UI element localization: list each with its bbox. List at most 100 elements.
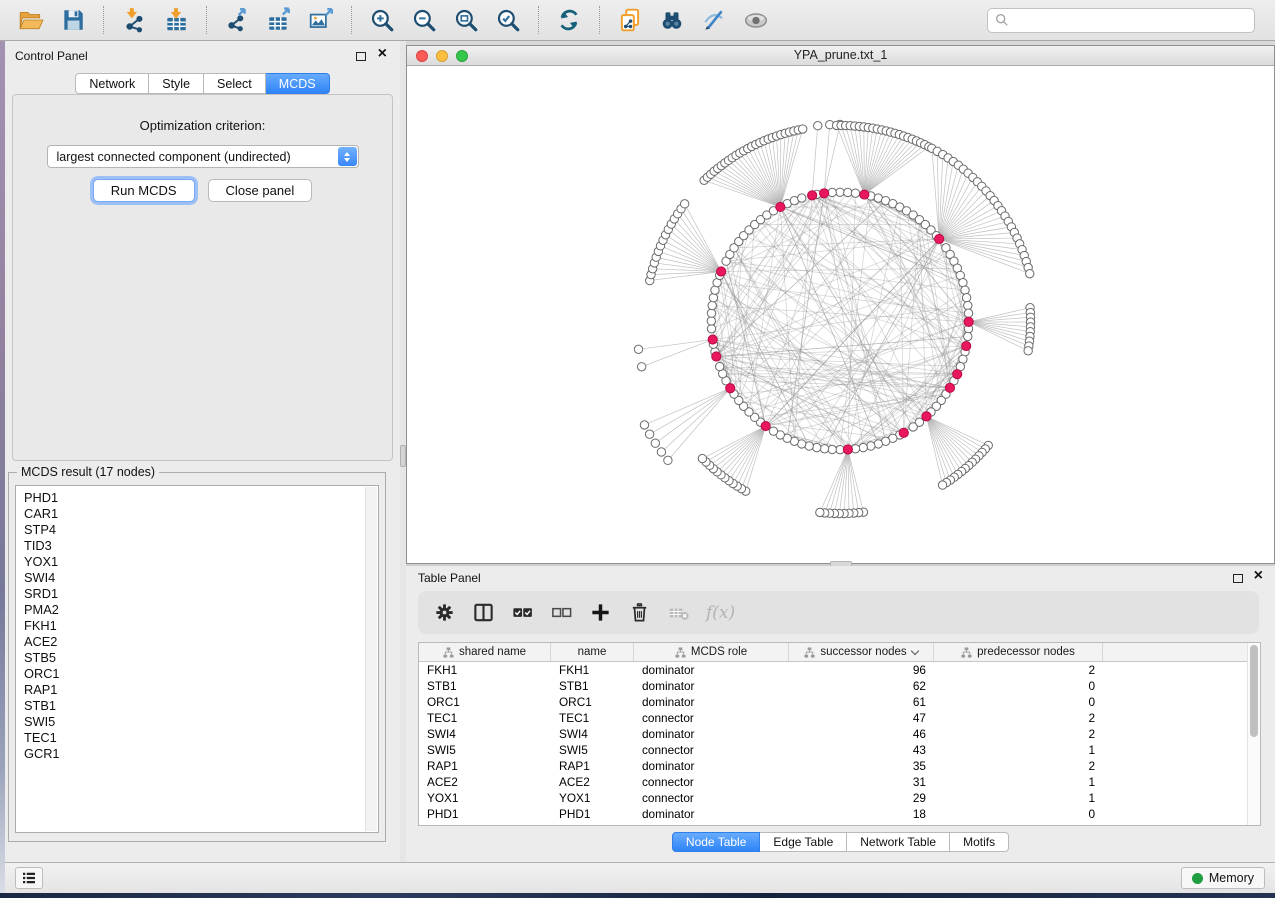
- table-row[interactable]: TEC1TEC1connector472: [419, 710, 1260, 726]
- cell-successor-nodes: 29: [789, 790, 934, 806]
- task-history-button[interactable]: [15, 867, 43, 889]
- table-row[interactable]: ORC1ORC1dominator610: [419, 694, 1260, 710]
- tab-mcds[interactable]: MCDS: [266, 73, 330, 94]
- table-row[interactable]: SWI4SWI4dominator462: [419, 726, 1260, 742]
- mcds-result-item[interactable]: YOX1: [24, 554, 378, 570]
- deselect-all-icon[interactable]: [550, 601, 573, 624]
- column-header-successor-nodes[interactable]: successor nodes: [789, 643, 934, 661]
- mcds-result-item[interactable]: ACE2: [24, 634, 378, 650]
- table-row[interactable]: YOX1YOX1connector291: [419, 790, 1260, 806]
- zoom-in-icon[interactable]: [365, 5, 399, 35]
- network-canvas[interactable]: [407, 66, 1274, 563]
- cell-shared-name: RAP1: [419, 758, 551, 774]
- close-table-panel-icon[interactable]: ×: [1254, 567, 1263, 585]
- first-neighbors-icon[interactable]: [655, 5, 689, 35]
- mcds-result-item[interactable]: TID3: [24, 538, 378, 554]
- table-row[interactable]: STB1STB1dominator620: [419, 678, 1260, 694]
- float-table-panel-icon[interactable]: [1233, 574, 1243, 583]
- apply-layout-icon[interactable]: [552, 5, 586, 35]
- mcds-result-item[interactable]: STP4: [24, 522, 378, 538]
- column-header-name[interactable]: name: [551, 643, 634, 661]
- zoom-fit-icon[interactable]: [449, 5, 483, 35]
- tab-network[interactable]: Network: [75, 73, 149, 94]
- mcds-result-item[interactable]: RAP1: [24, 682, 378, 698]
- column-label: MCDS role: [691, 646, 747, 658]
- cell-shared-name: SWI5: [419, 742, 551, 758]
- export-table-icon[interactable]: [262, 5, 296, 35]
- import-network-icon[interactable]: [117, 5, 151, 35]
- mcds-result-item[interactable]: GCR1: [24, 746, 378, 762]
- search-box[interactable]: [987, 8, 1255, 33]
- table-tab-node-table[interactable]: Node Table: [672, 832, 761, 852]
- window-minimize-button[interactable]: [436, 50, 448, 62]
- scrollbar-thumb[interactable]: [1250, 645, 1258, 737]
- table-row[interactable]: RAP1RAP1dominator352: [419, 758, 1260, 774]
- tab-style[interactable]: Style: [149, 73, 204, 94]
- sort-descending-icon: [910, 646, 918, 654]
- select-all-icon[interactable]: [511, 601, 534, 624]
- mcds-result-item[interactable]: FKH1: [24, 618, 378, 634]
- mcds-result-item[interactable]: STB5: [24, 650, 378, 666]
- close-panel-button[interactable]: Close panel: [208, 179, 313, 202]
- import-table-icon[interactable]: [159, 5, 193, 35]
- column-header-shared-name[interactable]: shared name: [419, 643, 551, 661]
- memory-button[interactable]: Memory: [1181, 867, 1265, 889]
- table-tab-network-table[interactable]: Network Table: [847, 832, 950, 852]
- save-session-icon[interactable]: [56, 5, 90, 35]
- table-row[interactable]: FKH1FKH1dominator962: [419, 662, 1260, 678]
- cell-MCDS-role: connector: [634, 742, 789, 758]
- mcds-result-list[interactable]: PHD1CAR1STP4TID3YOX1SWI4SRD1PMA2FKH1ACE2…: [15, 485, 379, 833]
- table-row[interactable]: PHD1PHD1dominator180: [419, 806, 1260, 822]
- cell-predecessor-nodes: 2: [934, 758, 1103, 774]
- delete-columns-icon[interactable]: [628, 601, 651, 624]
- network-graph[interactable]: [407, 66, 1274, 563]
- column-header-predecessor-nodes[interactable]: predecessor nodes: [934, 643, 1103, 661]
- window-zoom-button[interactable]: [456, 50, 468, 62]
- export-image-icon[interactable]: [304, 5, 338, 35]
- toolbar-separator: [103, 6, 104, 34]
- mcds-result-item[interactable]: SWI5: [24, 714, 378, 730]
- cell-successor-nodes: 47: [789, 710, 934, 726]
- cell-successor-nodes: 35: [789, 758, 934, 774]
- mcds-result-item[interactable]: STB1: [24, 698, 378, 714]
- settings-gear-icon[interactable]: [433, 601, 456, 624]
- run-mcds-button[interactable]: Run MCDS: [93, 179, 195, 202]
- add-column-icon[interactable]: [589, 601, 612, 624]
- criterion-dropdown-value: largest connected component (undirected): [57, 150, 291, 164]
- toggle-graphics-details-icon[interactable]: [697, 5, 731, 35]
- export-network-icon[interactable]: [220, 5, 254, 35]
- cell-name: ORC1: [551, 694, 634, 710]
- zoom-selected-icon[interactable]: [491, 5, 525, 35]
- column-label: shared name: [459, 646, 526, 658]
- table-tab-motifs[interactable]: Motifs: [950, 832, 1009, 852]
- table-row[interactable]: ACE2ACE2connector311: [419, 774, 1260, 790]
- open-session-icon[interactable]: [14, 5, 48, 35]
- delete-table-icon: [667, 601, 690, 624]
- column-header-filler: [1103, 643, 1246, 661]
- show-columns-icon[interactable]: [472, 601, 495, 624]
- mcds-result-item[interactable]: CAR1: [24, 506, 378, 522]
- mcds-result-item[interactable]: SRD1: [24, 586, 378, 602]
- window-close-button[interactable]: [416, 50, 428, 62]
- table-tab-edge-table[interactable]: Edge Table: [760, 832, 847, 852]
- float-panel-icon[interactable]: [356, 52, 366, 61]
- mcds-result-item[interactable]: PHD1: [24, 490, 378, 506]
- zoom-out-icon[interactable]: [407, 5, 441, 35]
- list-scrollbar[interactable]: [365, 487, 377, 831]
- table-scrollbar[interactable]: [1247, 643, 1260, 825]
- column-header-MCDS-role[interactable]: MCDS role: [634, 643, 789, 661]
- network-window: YPA_prune.txt_1: [406, 45, 1275, 564]
- share-document-icon[interactable]: [613, 5, 647, 35]
- mcds-result-item[interactable]: TEC1: [24, 730, 378, 746]
- tab-select[interactable]: Select: [204, 73, 266, 94]
- close-panel-icon[interactable]: ×: [378, 45, 387, 63]
- criterion-dropdown[interactable]: largest connected component (undirected): [47, 145, 359, 168]
- cell-MCDS-role: dominator: [634, 662, 789, 678]
- mcds-result-item[interactable]: PMA2: [24, 602, 378, 618]
- mcds-result-item[interactable]: ORC1: [24, 666, 378, 682]
- table-row[interactable]: SWI5SWI5connector431: [419, 742, 1260, 758]
- search-input[interactable]: [1014, 13, 1247, 27]
- show-hide-graphics-icon[interactable]: [739, 5, 773, 35]
- cell-MCDS-role: dominator: [634, 694, 789, 710]
- mcds-result-item[interactable]: SWI4: [24, 570, 378, 586]
